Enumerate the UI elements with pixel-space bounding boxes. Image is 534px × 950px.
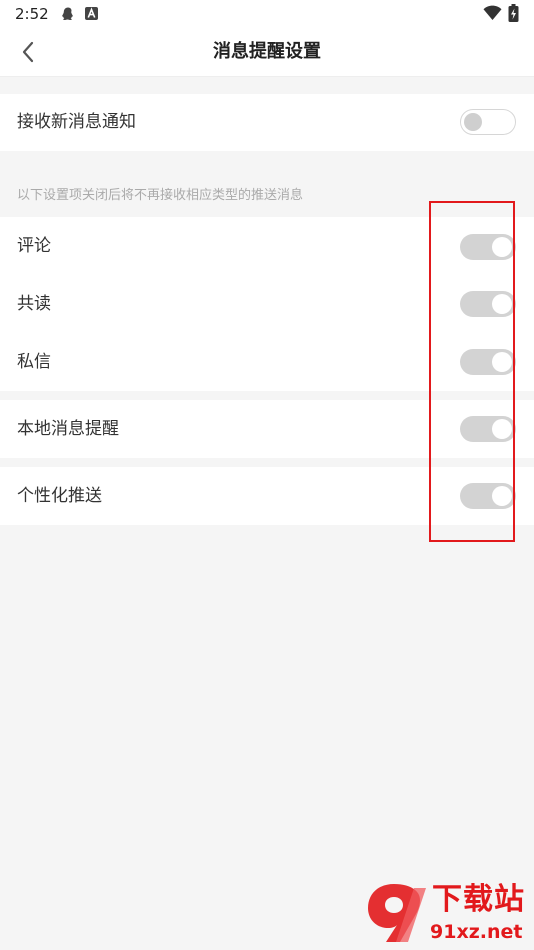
receive-notifications-row: 接收新消息通知: [0, 94, 534, 151]
status-bar: 2:52: [0, 0, 534, 28]
private-message-label: 私信: [17, 352, 51, 372]
receive-notifications-label: 接收新消息通知: [17, 112, 136, 132]
wifi-icon: [483, 5, 502, 20]
battery-charging-icon: [508, 4, 519, 22]
nav-bar: 消息提醒设置: [0, 28, 534, 77]
watermark-title: 下载站: [432, 882, 525, 917]
toggle-knob: [464, 113, 482, 131]
watermark: 下载站 91xz.net: [360, 880, 534, 950]
watermark-url: 91xz.net: [430, 921, 523, 943]
co-reading-label: 共读: [17, 294, 51, 314]
personalized-push-label: 个性化推送: [17, 486, 102, 506]
local-reminder-label: 本地消息提醒: [17, 419, 119, 439]
page-title: 消息提醒设置: [213, 41, 321, 62]
receive-notifications-toggle[interactable]: [460, 109, 516, 135]
highlight-annotation-box: [429, 201, 515, 542]
status-time: 2:52: [15, 5, 49, 23]
a-badge-icon: [85, 7, 98, 20]
watermark-logo-icon: [368, 884, 426, 942]
section-hint: 以下设置项关闭后将不再接收相应类型的推送消息: [17, 188, 304, 203]
comment-label: 评论: [17, 236, 51, 256]
qq-icon: [62, 7, 73, 20]
